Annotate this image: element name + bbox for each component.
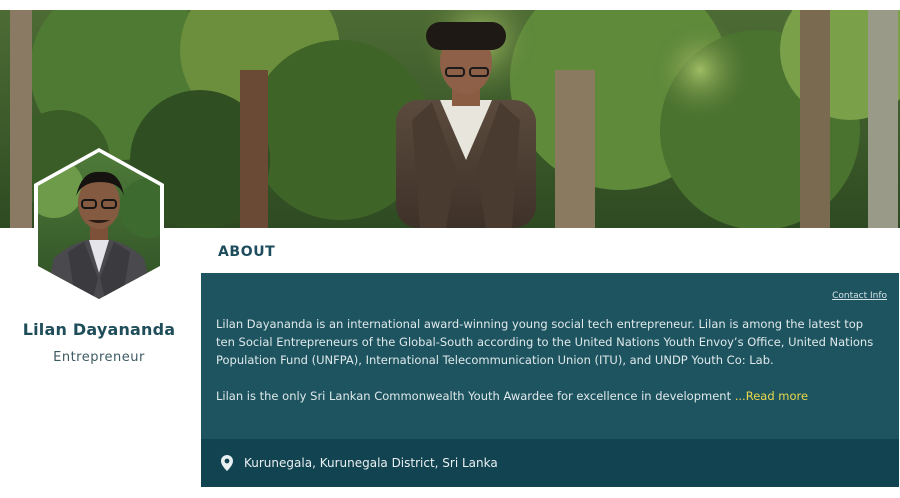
avatar[interactable] — [34, 148, 164, 303]
about-heading: ABOUT — [218, 244, 276, 260]
read-more-link[interactable]: ...Read more — [735, 389, 808, 403]
location-bar: Kurunegala, Kurunegala District, Sri Lan… — [201, 439, 899, 487]
contact-info-link[interactable]: Contact Info — [832, 291, 887, 301]
bio-paragraph-2: Lilan is the only Sri Lankan Commonwealt… — [216, 387, 881, 405]
about-card: Contact Info Lilan Dayananda is an inter… — [201, 273, 899, 439]
bio-text: Lilan Dayananda is an international awar… — [216, 315, 881, 405]
profile-name: Lilan Dayananda — [22, 320, 176, 339]
avatar-image — [34, 148, 164, 303]
location-text: Kurunegala, Kurunegala District, Sri Lan… — [244, 456, 498, 470]
bio-paragraph-2-text: Lilan is the only Sri Lankan Commonwealt… — [216, 389, 732, 403]
profile-role: Entrepreneur — [53, 350, 145, 365]
map-pin-icon — [221, 455, 233, 471]
bio-paragraph-1: Lilan Dayananda is an international awar… — [216, 317, 874, 367]
